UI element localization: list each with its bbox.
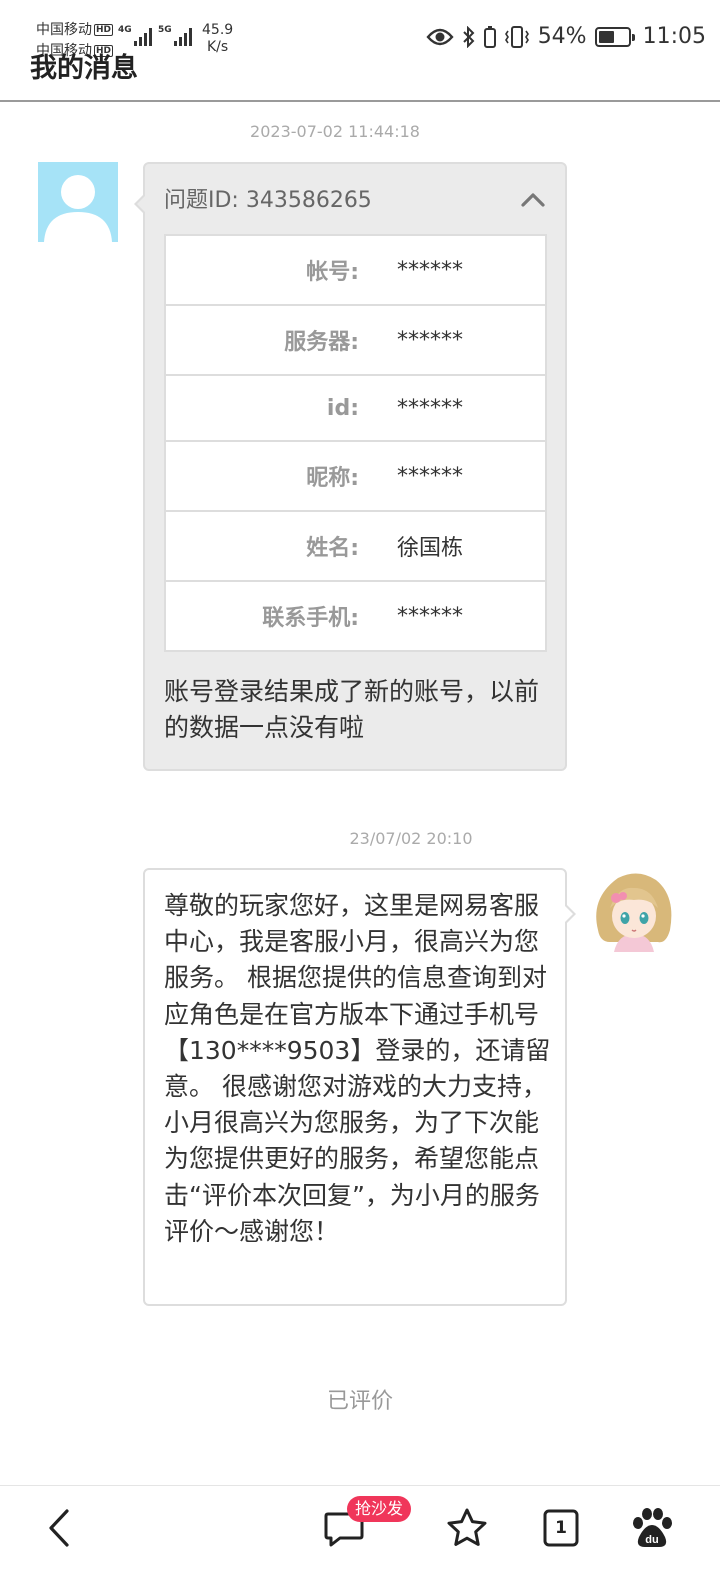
field-label: id: (165, 374, 375, 441)
svg-text:du: du (645, 1534, 658, 1546)
comment-badge: 抢沙发 (347, 1496, 412, 1522)
bottom-toolbar: 抢沙发 1 du (0, 1486, 720, 1592)
eye-icon (426, 28, 454, 45)
bubble-tail (565, 904, 576, 924)
anime-girl-avatar-icon (596, 873, 672, 952)
baidu-paw-icon: du (633, 1508, 672, 1547)
collapse-button[interactable] (519, 188, 547, 212)
table-row: 帐号: ****** (165, 235, 546, 305)
net-speed: 45.9 K/s (202, 22, 234, 55)
header-divider (0, 100, 720, 102)
field-value: ****** (375, 580, 546, 651)
ticket-bubble: 问题ID: 343586265 帐号: ****** 服务器: ****** id:… (134, 162, 567, 771)
field-value: ****** (375, 304, 546, 375)
battery-small-icon (483, 25, 496, 48)
signal-4g-icon: 4G (118, 26, 152, 46)
rated-status: 已评价 (326, 1389, 393, 1414)
field-value: ****** (375, 440, 546, 511)
reply-bubble: 尊敬的玩家您好，这里是网易客服中心，我是客服小月，很高兴为您服务。 根据您提供的… (143, 868, 576, 1306)
baidu-home-button[interactable]: du (628, 1504, 676, 1552)
clock: 11:05 (642, 24, 706, 49)
ticket-id: 问题ID: 343586265 (164, 188, 372, 213)
field-value: ****** (397, 257, 463, 283)
field-label: 帐号: (306, 260, 359, 285)
reply-timestamp: 23/07/02 20:10 (349, 829, 473, 848)
field-value: ****** (375, 374, 546, 441)
field-value: 徐国栋 (375, 510, 546, 581)
battery-icon (594, 26, 635, 47)
page-title: 我的消息 (30, 53, 138, 84)
tabs-button[interactable]: 1 (537, 1504, 585, 1552)
table-row: 姓名: 徐国栋 (165, 510, 546, 581)
field-label: 姓名: (165, 510, 375, 581)
agent-avatar (588, 868, 680, 952)
carrier-1: 中国移动 HD (36, 22, 114, 38)
field-label: 服务器: (165, 304, 375, 375)
chevron-up-icon (521, 193, 545, 207)
table-row: 联系手机: ****** (165, 580, 546, 651)
bluetooth-icon (462, 25, 475, 48)
table-row: 昵称: ****** (165, 440, 546, 511)
reply-message: 尊敬的玩家您好，这里是网易客服中心，我是客服小月，很高兴为您服务。 根据您提供的… (164, 891, 551, 1246)
tab-count: 1 (555, 1518, 567, 1538)
star-icon (447, 1508, 487, 1546)
message-page: 中国移动 HD 中国移动 HD 4G 5G 45.9 K/s 54% 11:05 我… (0, 0, 720, 1592)
status-right: 54% 11:05 (426, 24, 706, 49)
back-icon (49, 1509, 69, 1547)
user-avatar (38, 162, 118, 242)
bubble-tail (134, 194, 145, 214)
table-row: id: ****** (165, 374, 546, 441)
field-label: 昵称: (165, 440, 375, 511)
ticket-info-table: 帐号: ****** 服务器: ****** id: ****** 昵称: ******… (164, 234, 547, 652)
back-button[interactable] (36, 1504, 84, 1552)
table-row: 服务器: ****** (165, 304, 546, 375)
favorite-button[interactable] (443, 1504, 491, 1552)
default-user-icon (44, 175, 112, 242)
hd-icon: HD (94, 24, 114, 36)
ticket-timestamp: 2023-07-02 11:44:18 (250, 122, 420, 141)
field-label: 联系手机: (165, 580, 375, 651)
vibrate-icon (504, 25, 529, 48)
ticket-message: 账号登录结果成了新的账号，以前的数据一点没有啦 (164, 677, 540, 742)
battery-percent: 54% (537, 24, 587, 49)
signal-5g-icon: 5G (158, 26, 192, 46)
